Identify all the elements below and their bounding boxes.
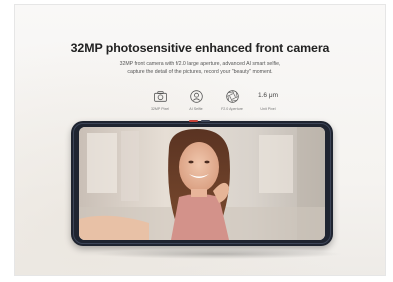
phone-shadow	[93, 249, 343, 259]
feature-32mp: 32MP Pixel	[143, 89, 177, 111]
phone-device	[71, 120, 333, 246]
aperture-icon	[225, 89, 239, 103]
volume-button	[201, 120, 210, 122]
ai-selfie-icon	[189, 89, 203, 103]
feature-ai-selfie: AI Selfie	[179, 89, 213, 111]
unit-pixel-value: 1.6 μm	[257, 92, 278, 99]
feature-aperture: F2.0 Aperture	[215, 89, 249, 111]
feature-unit-pixel: 1.6 μm Unit Pixel	[251, 89, 285, 111]
feature-label: 32MP Pixel	[150, 107, 170, 111]
camera-icon	[153, 90, 167, 102]
description-line-1: 32MP front camera with f/2.0 large apert…	[119, 61, 281, 67]
feature-list: 32MP Pixel AI Selfie F2.0 Aperture 1.6 μ…	[143, 89, 285, 115]
power-button	[189, 120, 198, 122]
selfie-photo	[79, 127, 325, 240]
feature-label: Unit Pixel	[260, 107, 276, 111]
feature-label: AI Selfie	[189, 107, 203, 111]
description-line-2: capture the detail of the pictures, reco…	[127, 69, 273, 75]
phone-screen	[79, 127, 325, 240]
headline: 32MP photosensitive enhanced front camer…	[70, 41, 330, 55]
feature-label: F2.0 Aperture	[221, 107, 243, 111]
